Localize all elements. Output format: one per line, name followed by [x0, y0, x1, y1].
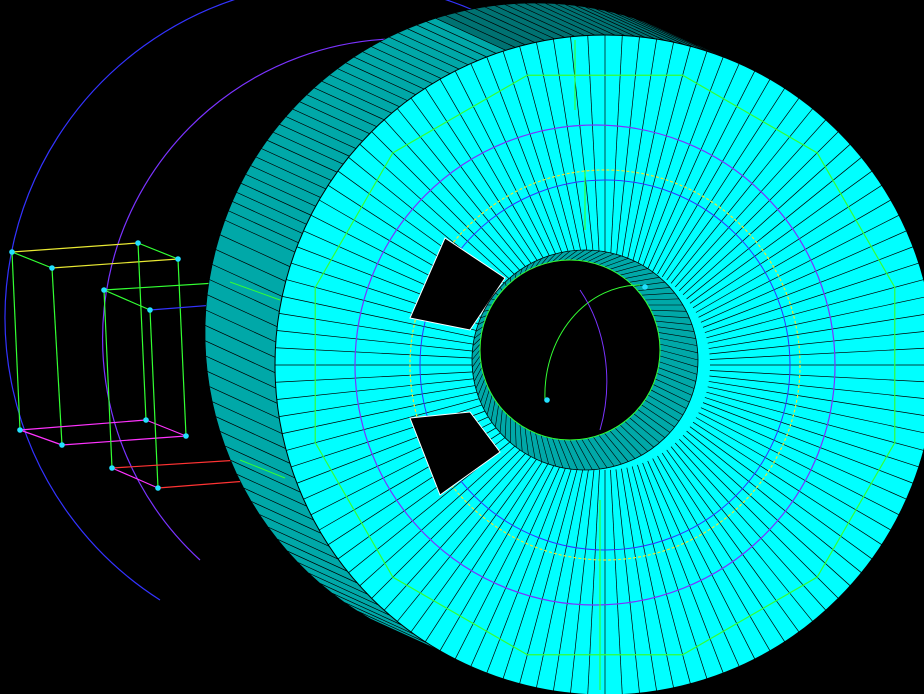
wire-edge — [51, 258, 179, 269]
wire-edge — [111, 467, 159, 489]
vertex-marker — [183, 433, 189, 439]
wire-edge — [11, 242, 139, 253]
vertex-marker — [175, 256, 181, 262]
wire-edge — [103, 289, 151, 311]
vertex-marker — [642, 284, 648, 290]
wire-edge — [145, 419, 187, 437]
vertex-marker — [17, 427, 23, 433]
vertex-marker — [49, 265, 55, 271]
mesh-scene — [4, 0, 924, 694]
vertex-marker — [59, 442, 65, 448]
vertex-marker — [544, 397, 550, 403]
vertex-marker — [109, 465, 115, 471]
wire-edge — [19, 419, 147, 431]
wire-edge — [19, 429, 63, 446]
cad-3d-viewport[interactable] — [0, 0, 924, 694]
vertex-marker — [101, 287, 107, 293]
vertex-marker — [147, 307, 153, 313]
wire-edge — [111, 459, 241, 469]
wire-edge — [11, 251, 53, 269]
vertex-marker — [143, 417, 149, 423]
wire-edge — [149, 309, 159, 489]
vertex-marker — [155, 485, 161, 491]
center-through-hole — [479, 259, 661, 441]
wire-edge — [137, 242, 147, 421]
wire-edge — [137, 242, 179, 260]
wire-edge — [51, 267, 63, 446]
wire-edge — [61, 435, 187, 446]
vertex-marker — [9, 249, 15, 255]
vertex-marker — [135, 240, 141, 246]
